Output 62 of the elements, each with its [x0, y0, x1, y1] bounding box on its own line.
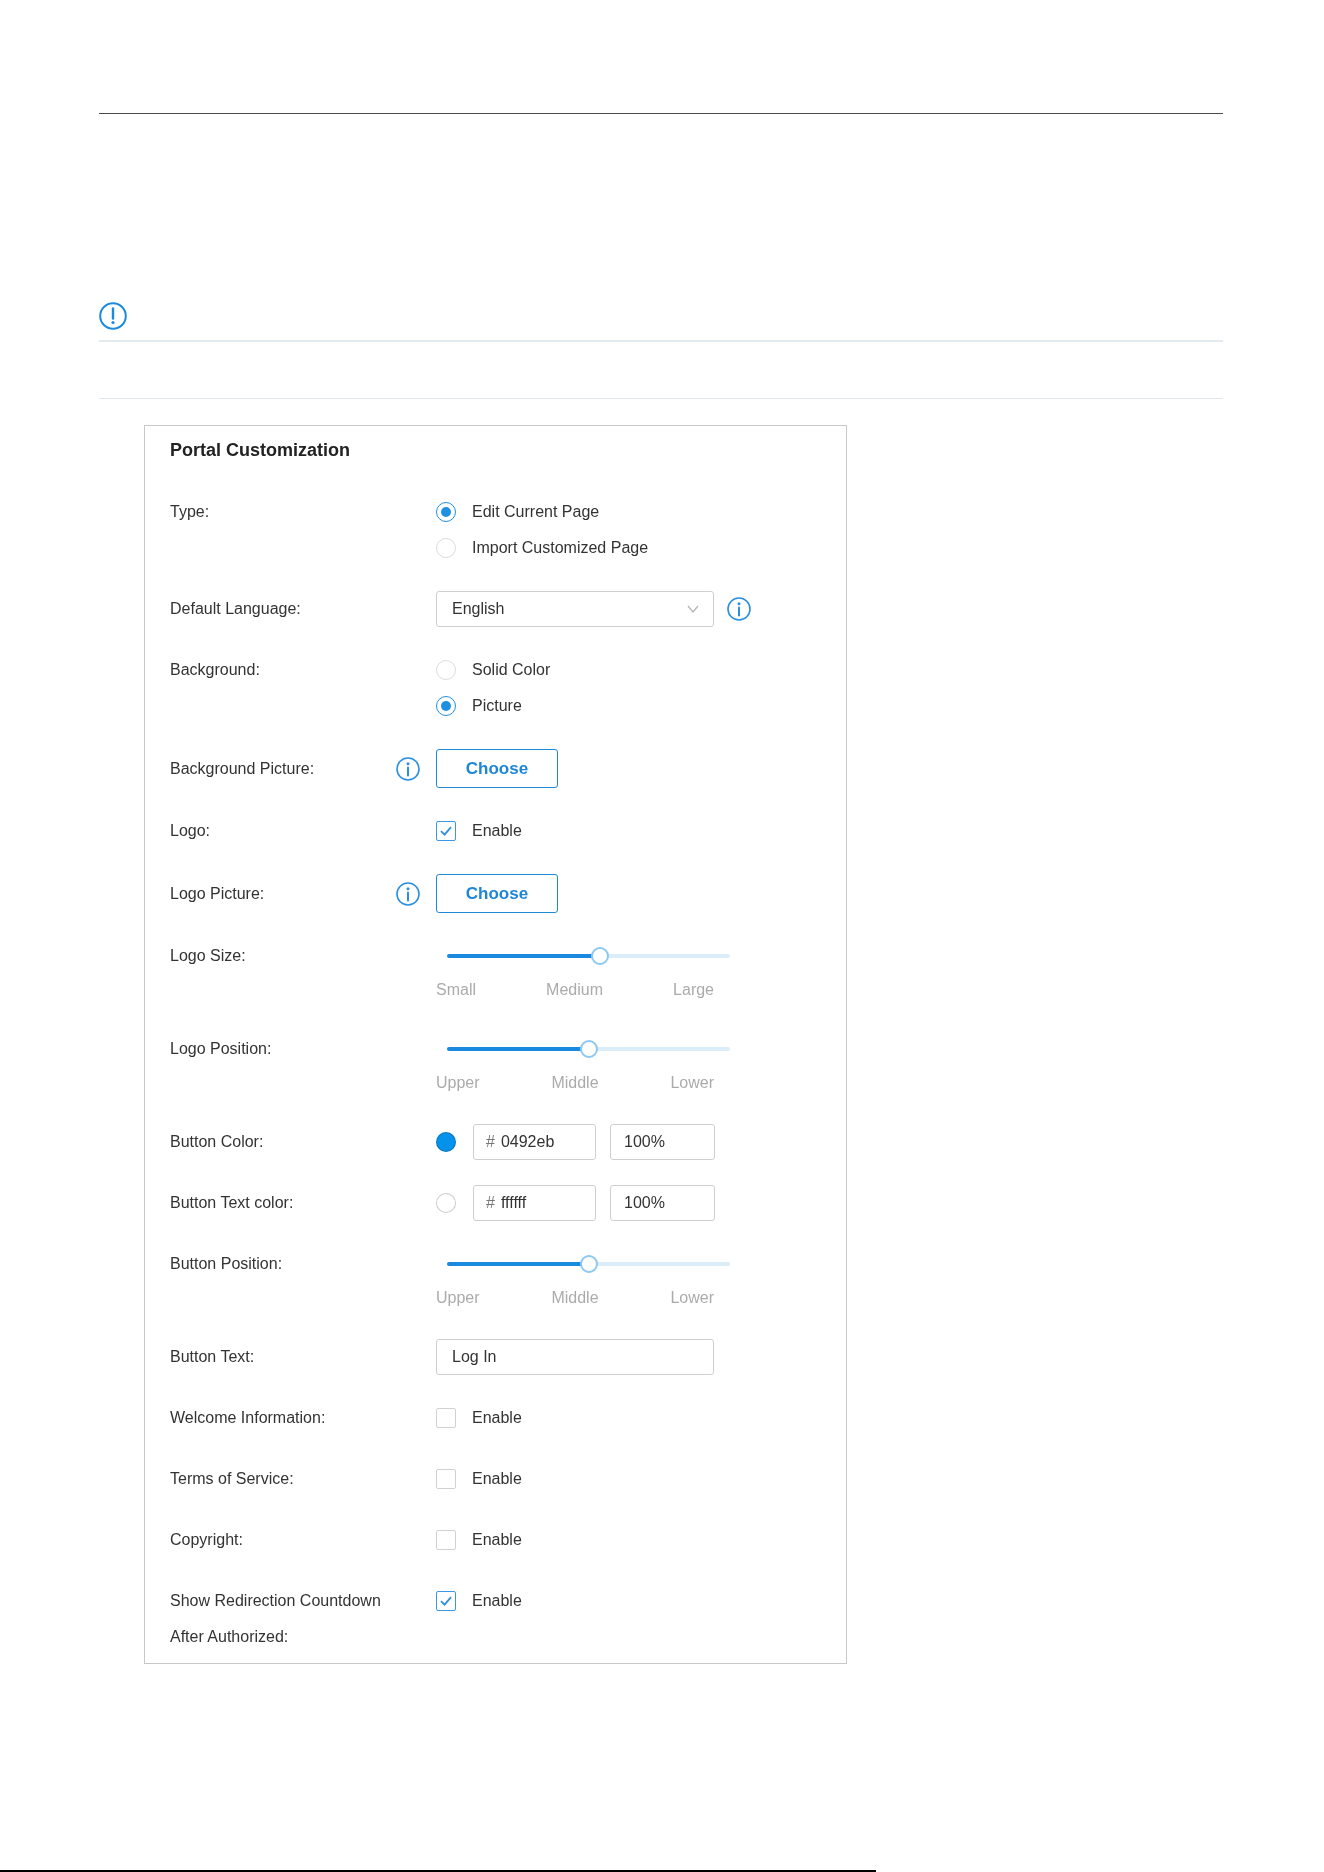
info-icon[interactable]	[396, 756, 420, 781]
slider-thumb[interactable]	[579, 1255, 598, 1273]
field-label: Button Text:	[170, 1347, 255, 1367]
choose-button[interactable]: Choose	[436, 749, 558, 788]
field-label: Default Language:	[170, 599, 301, 619]
field-label: Logo Size:	[170, 946, 246, 966]
scale-label: Upper	[436, 1073, 480, 1093]
checkmark-icon	[440, 1596, 452, 1606]
color-swatch[interactable]	[436, 1193, 456, 1213]
scale-label: Lower	[670, 1288, 714, 1308]
hex-color-field[interactable]: # ffffff	[473, 1185, 596, 1221]
field-label: Show Redirection Countdown After Authorized:	[170, 1591, 382, 1647]
info-icon[interactable]	[396, 881, 420, 906]
info-icon[interactable]	[727, 597, 751, 621]
scale-label: Medium	[546, 980, 603, 1000]
hex-color-field[interactable]: # 0492eb	[473, 1124, 596, 1160]
checkbox[interactable]	[436, 1408, 456, 1428]
checkmark-icon	[440, 826, 452, 836]
option-label: Edit Current Page	[472, 502, 600, 522]
field-label: Background Picture:	[170, 758, 315, 779]
checkbox-label: Enable	[472, 1530, 522, 1550]
choose-button[interactable]: Choose	[436, 874, 558, 913]
checkbox[interactable]	[436, 821, 456, 841]
scale-label: Upper	[436, 1288, 480, 1308]
checkbox-label: Enable	[472, 1591, 522, 1611]
field-label: Logo Position:	[170, 1039, 272, 1059]
slider-thumb[interactable]	[590, 947, 609, 965]
opacity-field[interactable]: 100%	[610, 1185, 715, 1221]
opacity-field[interactable]: 100%	[610, 1124, 715, 1160]
checkbox[interactable]	[436, 1591, 456, 1611]
card-title: Portal Customization	[170, 439, 351, 462]
option-label: Picture	[472, 696, 522, 716]
checkbox-label: Enable	[472, 1469, 522, 1489]
color-swatch[interactable]	[436, 1132, 456, 1152]
option-label: Import Customized Page	[472, 538, 649, 558]
button-text-field[interactable]: Log In	[436, 1339, 714, 1375]
radio-button[interactable]	[436, 696, 456, 716]
field-label: Button Color:	[170, 1132, 264, 1152]
language-select[interactable]: English	[436, 591, 714, 627]
scale-label: Lower	[670, 1073, 714, 1093]
field-label: Logo:	[170, 821, 211, 841]
warning-icon	[99, 302, 127, 330]
scale-label: Small	[436, 980, 476, 1000]
field-label: Button Position:	[170, 1254, 283, 1274]
field-label: Logo Picture:	[170, 883, 265, 904]
radio-button[interactable]	[436, 502, 456, 522]
checkbox-label: Enable	[472, 821, 522, 841]
checkbox[interactable]	[436, 1469, 456, 1489]
scale-label: Middle	[551, 1288, 599, 1308]
chevron-down-icon	[687, 605, 699, 613]
option-label: Solid Color	[472, 660, 551, 680]
field-label: Copyright:	[170, 1530, 243, 1550]
slider-thumb[interactable]	[579, 1040, 598, 1058]
scale-label: Middle	[551, 1073, 599, 1093]
checkbox-label: Enable	[472, 1408, 522, 1428]
field-label: Terms of Service:	[170, 1469, 294, 1489]
scale-label: Large	[673, 980, 714, 1000]
field-label: Welcome Information:	[170, 1408, 326, 1428]
field-label: Type:	[170, 502, 210, 522]
checkbox[interactable]	[436, 1530, 456, 1550]
field-label: Button Text color:	[170, 1193, 294, 1213]
field-label: Background:	[170, 660, 260, 680]
